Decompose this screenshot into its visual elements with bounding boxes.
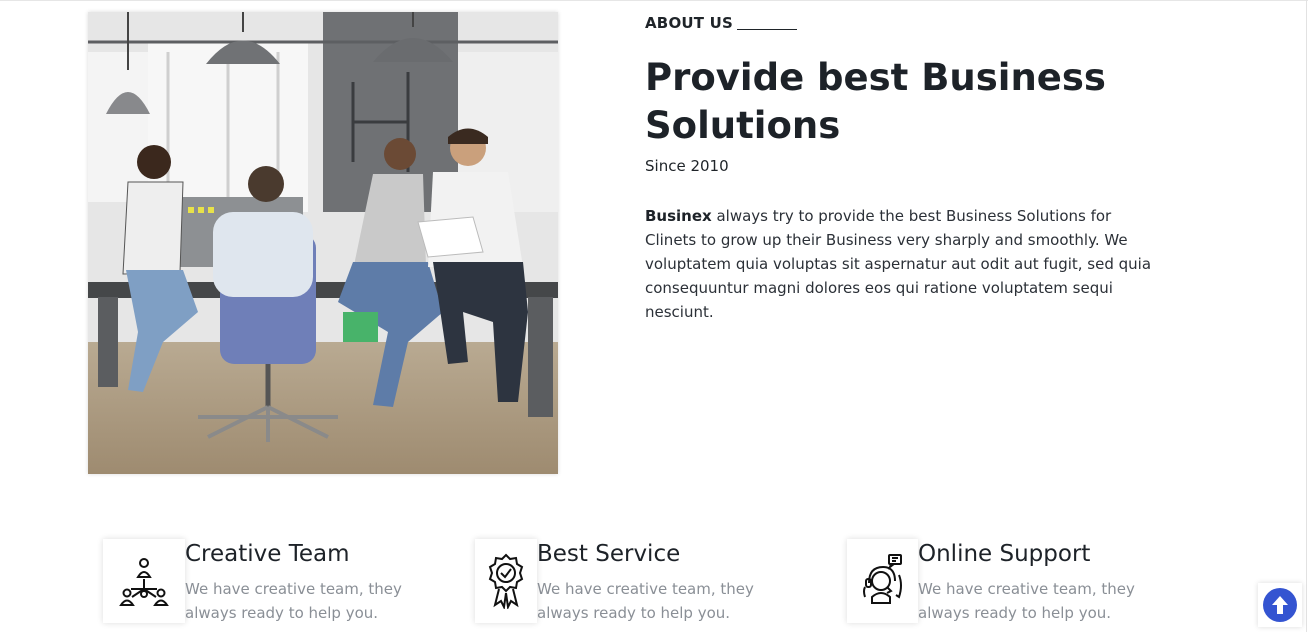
arrow-up-icon bbox=[1272, 596, 1288, 614]
description-text: always try to provide the best Business … bbox=[645, 207, 1152, 321]
feature-creative-team: Creative Team We have creative team, the… bbox=[103, 539, 433, 629]
feature-best-service: Best Service We have creative team, they… bbox=[475, 539, 805, 629]
brand-name: Businex bbox=[645, 207, 712, 225]
feature-online-support: Online Support We have creative team, th… bbox=[847, 539, 1177, 629]
feature-text: We have creative team, they always ready… bbox=[537, 580, 754, 622]
team-hierarchy-icon bbox=[119, 558, 169, 606]
feature-title: Creative Team bbox=[185, 541, 350, 567]
about-headline: Provide best Business Solutions bbox=[645, 56, 1106, 147]
scroll-top-circle bbox=[1263, 588, 1297, 622]
page-edge bbox=[1306, 0, 1307, 632]
support-agent-icon bbox=[862, 554, 902, 604]
award-badge-icon bbox=[488, 553, 524, 609]
since-year: Since 2010 bbox=[645, 157, 729, 175]
feature-icon-box bbox=[103, 539, 185, 623]
about-office-photo bbox=[88, 12, 558, 474]
about-description: Businex always try to provide the best B… bbox=[645, 204, 1155, 324]
feature-text: We have creative team, they always ready… bbox=[918, 580, 1135, 622]
feature-text: We have creative team, they always ready… bbox=[185, 580, 402, 622]
feature-icon-box bbox=[475, 539, 537, 623]
top-divider bbox=[0, 0, 1308, 1]
scroll-to-top-button[interactable] bbox=[1258, 583, 1302, 627]
eyebrow-label: ABOUT US bbox=[645, 14, 734, 32]
feature-title: Best Service bbox=[537, 541, 681, 567]
eyebrow-underline bbox=[737, 29, 798, 30]
feature-icon-box bbox=[847, 539, 918, 623]
section-eyebrow: ABOUT US bbox=[645, 14, 798, 32]
feature-title: Online Support bbox=[918, 541, 1091, 567]
